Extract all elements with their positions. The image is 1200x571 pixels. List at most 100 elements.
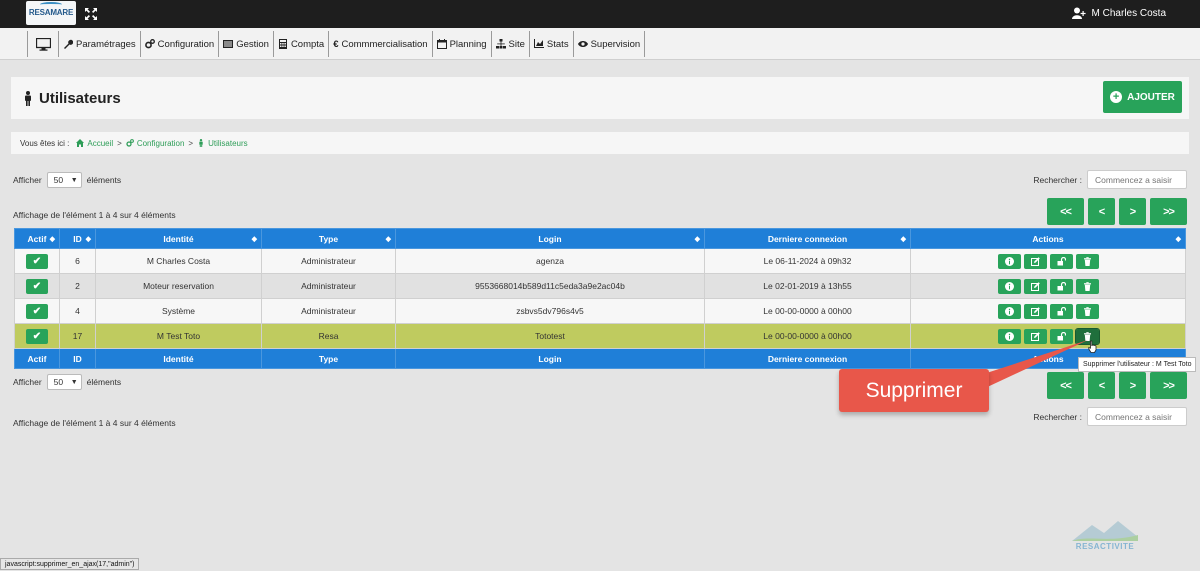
nav-commercialisation[interactable]: € Commmercialisation — [329, 31, 433, 57]
eye-icon — [577, 41, 588, 47]
nav-gestion[interactable]: Gestion — [219, 31, 274, 57]
search-input[interactable] — [1087, 170, 1187, 189]
edit-button[interactable] — [1023, 328, 1047, 344]
breadcrumb-home[interactable]: Accueil — [76, 139, 113, 148]
login-cell: agenza — [395, 248, 705, 274]
gears-icon — [126, 139, 134, 147]
elements-label: éléments — [86, 175, 122, 185]
breadcrumb-configuration[interactable]: Configuration — [126, 139, 184, 148]
first-page-button[interactable]: << — [1047, 372, 1084, 399]
add-label: AJOUTER — [1127, 91, 1175, 103]
column-footer-login: Login — [395, 348, 705, 369]
last-page-button[interactable]: >> — [1150, 372, 1187, 399]
edit-button[interactable] — [1023, 278, 1047, 294]
page-size-select[interactable]: 50 ▼ — [46, 172, 82, 188]
nav-label: Stats — [546, 38, 569, 50]
next-page-button[interactable]: > — [1119, 198, 1146, 225]
active-cell: ✔ — [14, 273, 60, 299]
active-check-button[interactable]: ✔ — [26, 253, 48, 269]
sort-icon: ◆ — [900, 236, 906, 243]
info-button[interactable] — [997, 303, 1021, 319]
last-page-button[interactable]: >> — [1150, 198, 1187, 225]
nav-label: Supervision — [590, 38, 641, 50]
chevron-down-icon: ▼ — [70, 176, 78, 184]
column-label: Derniere connexion — [767, 233, 848, 244]
column-header-id[interactable]: ID ◆ — [59, 228, 96, 249]
column-header-identite[interactable]: Identité ◆ — [95, 228, 262, 249]
nav-parametrages[interactable]: Paramétrages — [59, 31, 141, 57]
column-header-actif[interactable]: Actif ◆ — [14, 228, 60, 249]
unlock-button[interactable] — [1049, 253, 1073, 269]
status-bar: javascript:supprimer_en_ajax(17,"admin") — [0, 558, 140, 570]
app-logo[interactable]: RESAMARE — [26, 1, 76, 25]
plus-icon: + — [1110, 91, 1123, 103]
fullscreen-icon[interactable] — [84, 7, 98, 21]
unlock-button[interactable] — [1049, 303, 1073, 319]
table-row[interactable]: ✔ 4 Système Administrateur zsbvs5dv796s4… — [14, 298, 1186, 324]
edit-button[interactable] — [1023, 303, 1047, 319]
nav-label: Compta — [290, 38, 325, 50]
unlock-button[interactable] — [1049, 328, 1073, 344]
column-footer-actif: Actif — [14, 348, 60, 369]
delete-button[interactable] — [1075, 303, 1099, 319]
actions-cell — [910, 273, 1186, 299]
sort-icon: ◆ — [1175, 236, 1181, 243]
row-actions — [911, 278, 1185, 294]
delete-button[interactable] — [1075, 253, 1099, 269]
chart-icon — [533, 39, 544, 48]
nav-home[interactable] — [28, 31, 59, 57]
active-check-button[interactable]: ✔ — [26, 303, 48, 319]
nav-configuration[interactable]: Configuration — [141, 31, 220, 57]
nav-compta[interactable]: Compta — [274, 31, 330, 57]
nav-site[interactable]: Site — [492, 31, 530, 57]
delete-button[interactable] — [1075, 278, 1099, 294]
trash-icon — [1083, 306, 1091, 316]
info-button[interactable] — [997, 278, 1021, 294]
column-label: Type — [318, 233, 339, 244]
page-size-control-bottom: Afficher 50 ▼ éléments — [13, 374, 121, 390]
add-user-button[interactable]: + AJOUTER — [1103, 81, 1182, 113]
active-check-button[interactable]: ✔ — [26, 278, 48, 294]
trash-icon — [1083, 256, 1091, 266]
info-button[interactable] — [997, 253, 1021, 269]
page-header: Utilisateurs + AJOUTER — [11, 77, 1189, 119]
sort-icon: ◆ — [49, 236, 55, 243]
type-cell: Administrateur — [261, 273, 396, 299]
page-title: Utilisateurs — [23, 90, 121, 107]
info-icon — [1004, 331, 1014, 341]
nav-planning[interactable]: Planning — [433, 31, 492, 57]
column-header-actions[interactable]: Actions ◆ — [910, 228, 1186, 249]
table-row-highlighted[interactable]: ✔ 17 M Test Toto Resa Tototest Le 00-00-… — [14, 323, 1186, 349]
user-menu[interactable]: M Charles Costa — [1071, 7, 1166, 19]
last-login-cell: Le 00-00-0000 à 00h00 — [704, 323, 911, 349]
prev-page-button[interactable]: < — [1088, 198, 1115, 225]
show-label: Afficher — [13, 377, 42, 387]
id-cell: 2 — [59, 273, 96, 299]
next-page-button[interactable]: > — [1119, 372, 1146, 399]
unlock-button[interactable] — [1049, 278, 1073, 294]
login-cell: 9553668014b589d11c5eda3a9e2ac04b — [395, 273, 705, 299]
info-button[interactable] — [997, 328, 1021, 344]
column-header-login[interactable]: Login ◆ — [395, 228, 705, 249]
table-footer-row: Actif ID Identité Type Login Derniere co… — [14, 348, 1186, 369]
table-row[interactable]: ✔ 2 Moteur reservation Administrateur 95… — [14, 273, 1186, 299]
table-row[interactable]: ✔ 6 M Charles Costa Administrateur agenz… — [14, 248, 1186, 274]
watermark-logo: RESACTIVITE — [1068, 515, 1142, 557]
search-label: Rechercher : — [1033, 174, 1082, 185]
nav-stats[interactable]: Stats — [530, 31, 574, 57]
prev-page-button[interactable]: < — [1088, 372, 1115, 399]
active-check-button[interactable]: ✔ — [26, 328, 48, 344]
chevron-down-icon: ▼ — [70, 378, 78, 386]
first-page-button[interactable]: << — [1047, 198, 1084, 225]
column-label: Actif — [27, 233, 47, 244]
active-cell: ✔ — [14, 298, 60, 324]
column-header-derniere-connexion[interactable]: Derniere connexion ◆ — [704, 228, 911, 249]
column-header-type[interactable]: Type ◆ — [261, 228, 396, 249]
edit-button[interactable] — [1023, 253, 1047, 269]
breadcrumb-separator: > — [188, 138, 194, 148]
sort-icon: ◆ — [694, 236, 700, 243]
page-size-select[interactable]: 50 ▼ — [46, 374, 82, 390]
search-input[interactable] — [1087, 407, 1187, 426]
nav-supervision[interactable]: Supervision — [574, 31, 646, 57]
watermark-text: RESACTIVITE — [1075, 542, 1135, 551]
